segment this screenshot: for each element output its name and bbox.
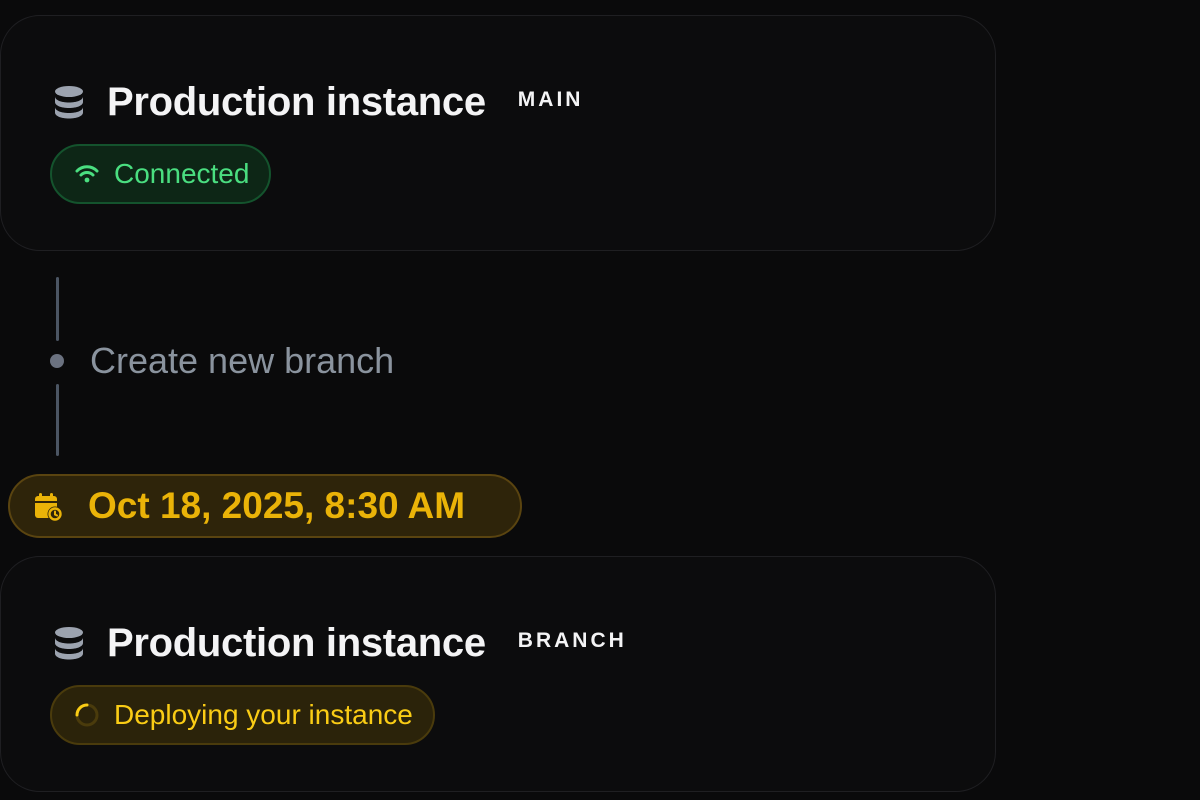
branch-timestamp-badge: Oct 18, 2025, 8:30 AM (8, 474, 522, 538)
main-instance-card[interactable]: Production instance MAIN Connected (0, 15, 996, 251)
branch-instance-tag: BRANCH (517, 629, 627, 652)
timeline-connector-upper (56, 277, 59, 341)
wifi-icon (74, 161, 100, 187)
create-branch-label: Create new branch (90, 340, 395, 381)
branch-timestamp-text: Oct 18, 2025, 8:30 AM (88, 485, 466, 526)
timeline-connector-lower (56, 384, 59, 456)
branch-instance-header: Production instance BRANCH (53, 617, 627, 669)
branch-timeline: Production instance MAIN Connected Creat… (0, 0, 1200, 800)
database-icon (53, 626, 85, 660)
branch-instance-card[interactable]: Production instance BRANCH Deploying you… (0, 556, 996, 792)
deploy-status-label: Deploying your instance (114, 699, 413, 730)
calendar-clock-icon (32, 490, 64, 522)
spinner-icon (74, 702, 100, 728)
branch-instance-title: Production instance (107, 620, 486, 665)
database-icon (53, 85, 85, 119)
deploy-status-badge: Deploying your instance (50, 685, 435, 745)
main-instance-title: Production instance (107, 79, 486, 124)
connection-status-label: Connected (114, 158, 250, 189)
timeline-dot (50, 354, 64, 368)
connection-status-badge: Connected (50, 144, 272, 204)
main-instance-header: Production instance MAIN (53, 76, 583, 128)
main-instance-tag: MAIN (517, 88, 584, 111)
